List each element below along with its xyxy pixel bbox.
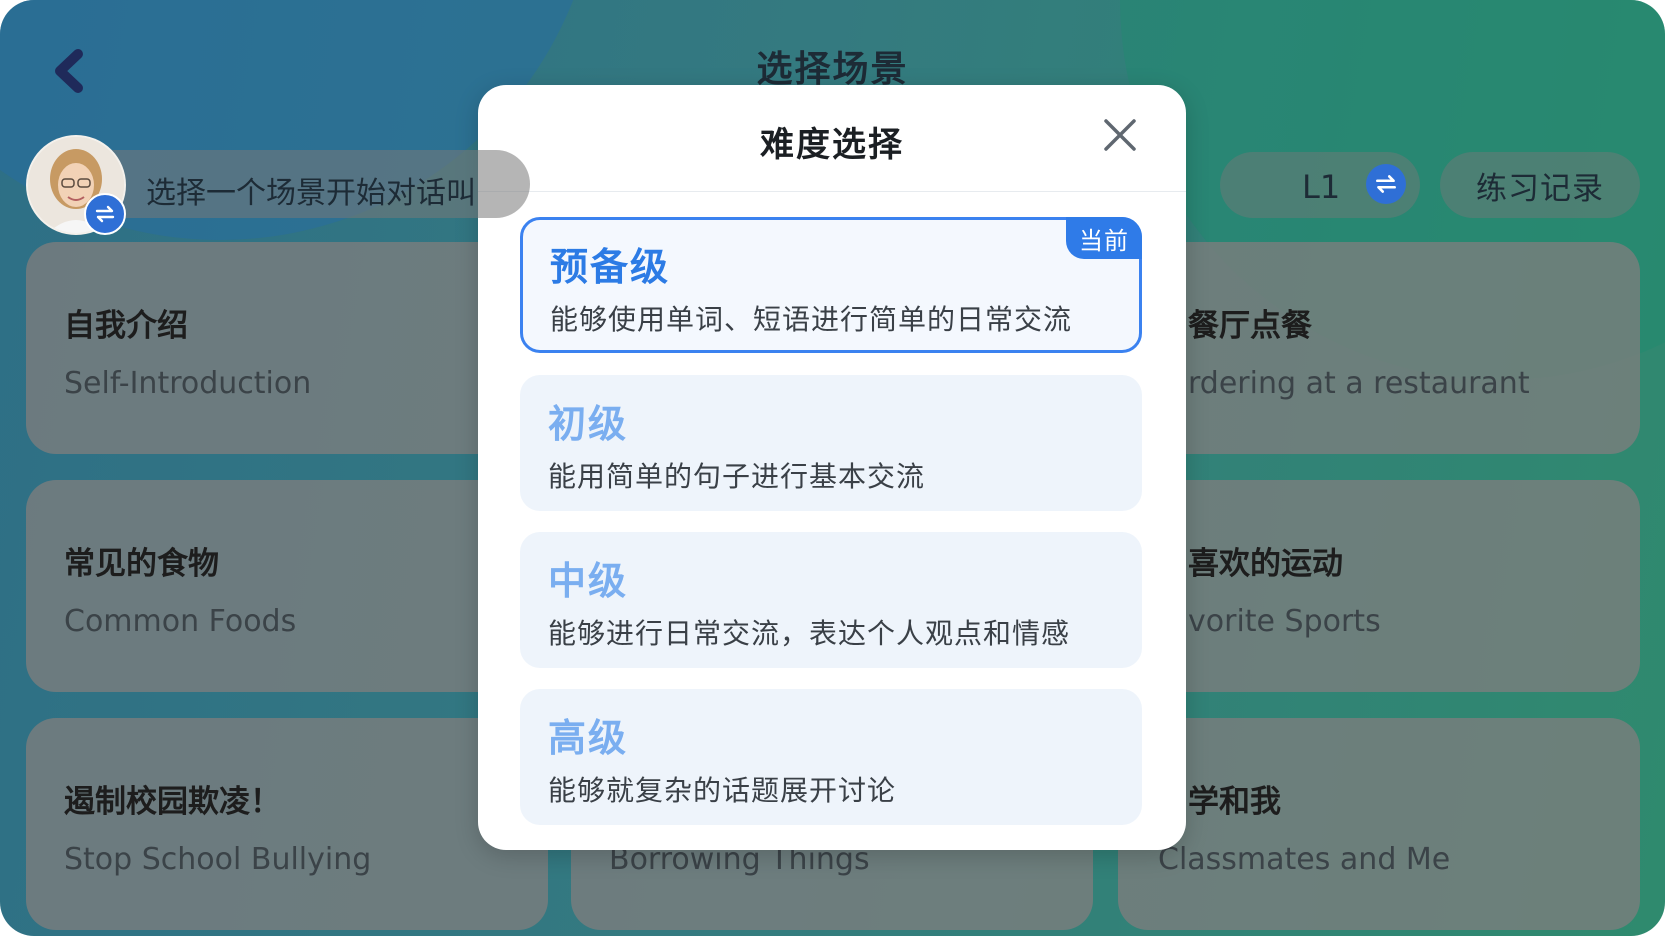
practice-records-button[interactable]: 练习记录	[1440, 152, 1640, 218]
difficulty-option-advanced[interactable]: 高级 能够就复杂的话题展开讨论	[520, 689, 1142, 825]
option-description: 能够就复杂的话题展开讨论	[548, 774, 897, 807]
scene-card[interactable]: 常见的食物 Common Foods	[26, 480, 548, 692]
prompt-text: 选择一个场景开始对话叫	[146, 176, 476, 211]
swap-icon[interactable]	[84, 193, 126, 235]
difficulty-modal: 难度选择 预备级 能够使用单词、短语进行简单的日常交流 当前 初级 能用简单的句…	[478, 85, 1186, 850]
scene-card[interactable]: 自我介绍 Self-Introduction	[26, 242, 548, 454]
scene-subtitle: Stop School Bullying	[64, 842, 372, 877]
option-title: 中级	[548, 559, 629, 603]
modal-header: 难度选择	[478, 85, 1186, 192]
scene-title: 餐厅点餐	[1188, 308, 1312, 344]
option-title: 预备级	[550, 245, 671, 289]
scene-title: 喜欢的运动	[1188, 546, 1343, 582]
modal-title: 难度选择	[760, 125, 904, 165]
option-description: 能够进行日常交流，表达个人观点和情感	[548, 617, 1071, 650]
scene-subtitle: rdering at a restaurant	[1188, 366, 1530, 401]
option-description: 能够使用单词、短语进行简单的日常交流	[550, 303, 1073, 336]
scene-card[interactable]: 餐厅点餐 rdering at a restaurant	[1118, 242, 1640, 454]
level-label: L1	[1302, 168, 1341, 206]
scene-subtitle: vorite Sports	[1188, 604, 1381, 639]
difficulty-option-intermediate[interactable]: 中级 能够进行日常交流，表达个人观点和情感	[520, 532, 1142, 668]
scene-title: 常见的食物	[64, 546, 219, 582]
difficulty-option-prep[interactable]: 预备级 能够使用单词、短语进行简单的日常交流 当前	[520, 217, 1142, 353]
scene-subtitle: Classmates and Me	[1158, 842, 1451, 877]
app-frame: 选择场景 选择一个场景开始对话叫 L1 练习记录 自我介绍 Self-Intro…	[0, 0, 1665, 936]
scene-card[interactable]: 学和我 Classmates and Me	[1118, 718, 1640, 930]
option-title: 初级	[548, 402, 629, 446]
difficulty-option-beginner[interactable]: 初级 能用简单的句子进行基本交流	[520, 375, 1142, 511]
swap-icon[interactable]	[1366, 164, 1406, 204]
close-icon[interactable]	[1102, 117, 1138, 153]
scene-title: 遏制校园欺凌！	[64, 784, 281, 820]
scene-subtitle: Common Foods	[64, 604, 297, 639]
scene-card[interactable]: 喜欢的运动 vorite Sports	[1118, 480, 1640, 692]
option-title: 高级	[548, 716, 629, 760]
current-badge: 当前	[1066, 217, 1142, 259]
scene-subtitle: Self-Introduction	[64, 366, 312, 401]
scene-title: 学和我	[1188, 784, 1281, 820]
scene-card[interactable]: 遏制校园欺凌！ Stop School Bullying	[26, 718, 548, 930]
option-description: 能用简单的句子进行基本交流	[548, 460, 926, 493]
scene-title: 自我介绍	[64, 308, 188, 344]
